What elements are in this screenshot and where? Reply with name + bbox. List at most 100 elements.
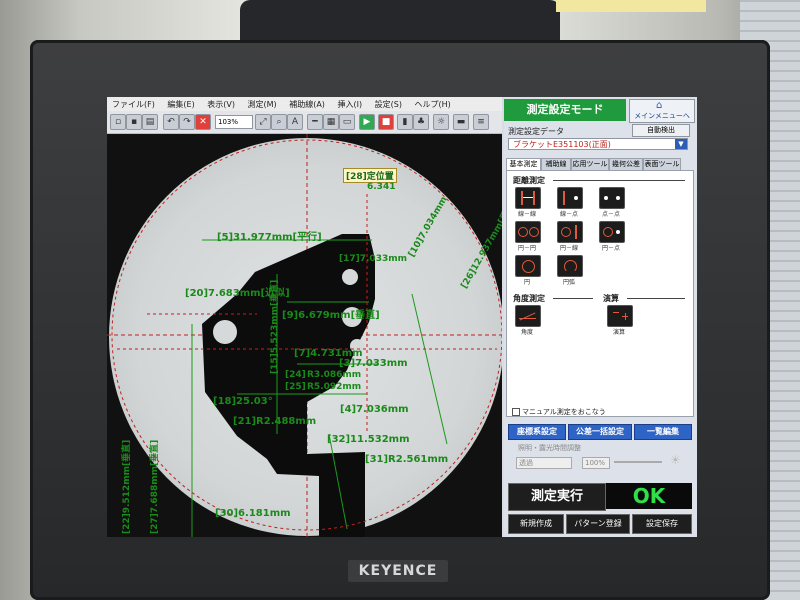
point-point-tool[interactable] (599, 187, 625, 209)
dimension-label[interactable]: [3]7.033mm (339, 358, 408, 369)
record-icon[interactable]: ■ (378, 114, 394, 130)
redo-icon[interactable]: ↷ (179, 114, 195, 130)
menu-aux-line[interactable]: 補助線(A) (284, 97, 330, 112)
tab-basic[interactable]: 基本測定 (506, 158, 541, 170)
calc-tool[interactable] (607, 305, 633, 327)
rect-icon[interactable]: ▭ (339, 114, 355, 130)
line-line-label: 線－線 (517, 211, 536, 218)
dimension-label[interactable]: [15]5.523mm[垂直] (267, 280, 280, 374)
auto-detect-button[interactable]: 自動検出 (632, 124, 690, 137)
section-angle: 角度測定 (513, 294, 545, 303)
pattern-register-button[interactable]: パターン登録 (566, 514, 630, 534)
trees-icon[interactable]: ♣ (413, 114, 429, 130)
menu-help[interactable]: ヘルプ(H) (410, 97, 456, 112)
calibration-tag[interactable]: [28]定位置 (343, 168, 397, 183)
lighting-value[interactable]: 100% (582, 457, 610, 469)
section-calc: 演算 (603, 294, 619, 303)
brand-logo: KEYENCE (348, 560, 448, 582)
brightness-icon[interactable]: ☼ (433, 114, 449, 130)
divider (553, 298, 593, 299)
bulb-icon: ☀ (670, 453, 681, 467)
circle-circle-label: 円－円 (517, 245, 536, 252)
circle-line-tool[interactable] (557, 221, 583, 243)
circle-point-tool[interactable] (599, 221, 625, 243)
manual-measure-checkbox[interactable] (512, 408, 520, 416)
angle-tool[interactable] (515, 305, 541, 327)
list-edit-button[interactable]: 一覧編集 (634, 424, 692, 440)
mode-title: 測定設定モード (504, 99, 626, 121)
dimension-label[interactable]: [24] (285, 370, 306, 380)
menu-insert[interactable]: 挿入(I) (332, 97, 367, 112)
chevron-down-icon: ▼ (675, 139, 687, 149)
menu-measure[interactable]: 測定(M) (243, 97, 282, 112)
text-icon[interactable]: A (287, 114, 303, 130)
tolerance-batch-button[interactable]: 公差一括設定 (568, 424, 632, 440)
grid-icon[interactable]: ▦ (323, 114, 339, 130)
circle-label: 円 (523, 279, 530, 286)
menu-view[interactable]: 表示(V) (202, 97, 240, 112)
tab-surface-tools[interactable]: 表面ツール (643, 158, 681, 170)
dimension-label[interactable]: [21]R2.488mm (233, 416, 316, 427)
settings-data-select[interactable]: ブラケットE351103(正面) ▼ (508, 138, 688, 150)
search-icon[interactable]: ⌕ (271, 114, 287, 130)
main-menu-label: メインメニューへ (634, 112, 690, 120)
dimension-label[interactable]: [32]11.532mm (327, 434, 410, 445)
settings-data-value: ブラケットE351103(正面) (513, 140, 611, 149)
menu-settings[interactable]: 設定(S) (370, 97, 407, 112)
divider (553, 180, 685, 181)
tab-geometric-tolerance[interactable]: 幾何公差 (609, 158, 643, 170)
arc-tool[interactable] (557, 255, 583, 277)
dimension-label[interactable]: [26]12.937mm[垂直] (457, 197, 502, 290)
dimension-label[interactable]: [25] (285, 382, 306, 392)
circle-point-label: 円－点 (601, 245, 620, 252)
menu-edit[interactable]: 編集(E) (162, 97, 199, 112)
play-icon[interactable]: ▶ (359, 114, 375, 130)
circle-circle-tool[interactable] (515, 221, 541, 243)
new-file-icon[interactable]: ▫ (110, 114, 126, 130)
lighting-select[interactable]: 透過 (516, 457, 572, 469)
lighting-slider[interactable] (614, 461, 662, 463)
print-icon[interactable]: ▤ (142, 114, 158, 130)
manual-measure-option[interactable]: マニュアル測定をおこなう (512, 407, 606, 417)
bars-icon[interactable]: ▮ (397, 114, 413, 130)
dimension-label[interactable]: [17]7.033mm (339, 254, 407, 264)
divider (627, 298, 685, 299)
dimension-label[interactable]: [9]6.679mm[垂直] (282, 306, 380, 321)
dimension-label[interactable]: [27]7.688mm[垂直] (147, 440, 160, 534)
screen: ファイル(F) 編集(E) 表示(V) 測定(M) 補助線(A) 挿入(I) 設… (107, 97, 697, 537)
main-menu-button[interactable]: ⌂ メインメニューへ (629, 99, 695, 123)
scale-icon[interactable]: ≡ (473, 114, 489, 130)
zoom-tool-icon[interactable]: ⤢ (255, 114, 271, 130)
menu-file[interactable]: ファイル(F) (107, 97, 160, 112)
manual-measure-label: マニュアル測定をおこなう (522, 408, 606, 416)
delete-icon[interactable]: ✕ (195, 114, 211, 130)
measurement-image[interactable]: [28]定位置 6.341 [5]31.977mm[平行] [20]7.683m… (107, 134, 502, 537)
dimension-label[interactable]: [18]25.03° (213, 396, 273, 407)
coordinate-setting-button[interactable]: 座標系設定 (508, 424, 566, 440)
dimension-label[interactable]: R5.092mm (307, 382, 361, 392)
dimension-label[interactable]: R3.086mm (307, 370, 361, 380)
line-tool-icon[interactable]: ━ (307, 114, 323, 130)
circle-tool[interactable] (515, 255, 541, 277)
tab-applied-tools[interactable]: 応用ツール (571, 158, 609, 170)
circle-line-label: 円－線 (559, 245, 578, 252)
save-icon[interactable]: ▪ (126, 114, 142, 130)
dimension-label[interactable]: [22]9.512mm[垂直] (119, 440, 132, 534)
settings-save-button[interactable]: 設定保存 (632, 514, 692, 534)
zoom-select[interactable]: 103% (215, 115, 253, 129)
line-line-tool[interactable] (515, 187, 541, 209)
dimension-label[interactable]: [5]31.977mm[平行] (217, 228, 322, 243)
line-point-tool[interactable] (557, 187, 583, 209)
line-width-icon[interactable]: ▬ (453, 114, 469, 130)
dimension-label[interactable]: [30]6.181mm (215, 508, 291, 519)
label-sticker (556, 0, 706, 12)
result-indicator: OK (606, 483, 692, 509)
dimension-label[interactable]: [4]7.036mm (340, 404, 409, 415)
tab-aux-line[interactable]: 補助線 (541, 158, 571, 170)
new-create-button[interactable]: 新規作成 (508, 514, 564, 534)
dimension-label[interactable]: [10]7.034mm (407, 195, 450, 259)
execute-measurement-button[interactable]: 測定実行 (508, 483, 606, 511)
settings-panel: 測定設定モード ⌂ メインメニューへ 測定設定データ 自動検出 ブラケットE35… (504, 97, 697, 537)
dimension-label[interactable]: [31]R2.561mm (365, 454, 448, 465)
undo-icon[interactable]: ↶ (163, 114, 179, 130)
